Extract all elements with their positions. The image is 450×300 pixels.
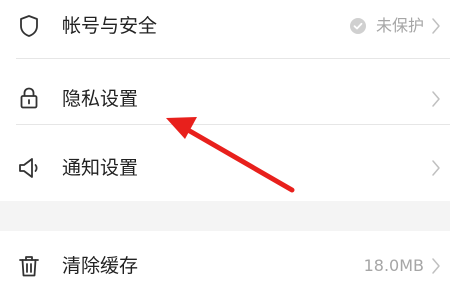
settings-item-label: 清除缓存 [62,255,139,277]
settings-item-label: 通知设置 [62,157,139,179]
lock-icon [16,85,42,111]
trash-icon [16,253,42,279]
settings-item-label: 隐私设置 [62,88,139,110]
chevron-right-icon [431,159,441,177]
chevron-right-icon [431,257,441,275]
section-gap [0,201,450,231]
speaker-icon [16,155,42,181]
settings-item-clear-cache[interactable]: 清除缓存 18.0MB [0,231,450,297]
divider [16,124,450,125]
settings-item-notifications[interactable]: 通知设置 [0,135,450,201]
settings-item-label: 帐号与安全 [62,15,158,37]
shield-icon [16,13,42,39]
cache-size: 18.0MB [363,256,424,275]
chevron-right-icon [431,90,441,108]
chevron-right-icon [431,17,441,35]
settings-item-privacy[interactable]: 隐私设置 [0,59,450,125]
settings-item-account-security[interactable]: 帐号与安全 未保护 [0,0,450,59]
protection-status: 未保护 [375,16,424,35]
check-circle-icon [350,18,366,34]
